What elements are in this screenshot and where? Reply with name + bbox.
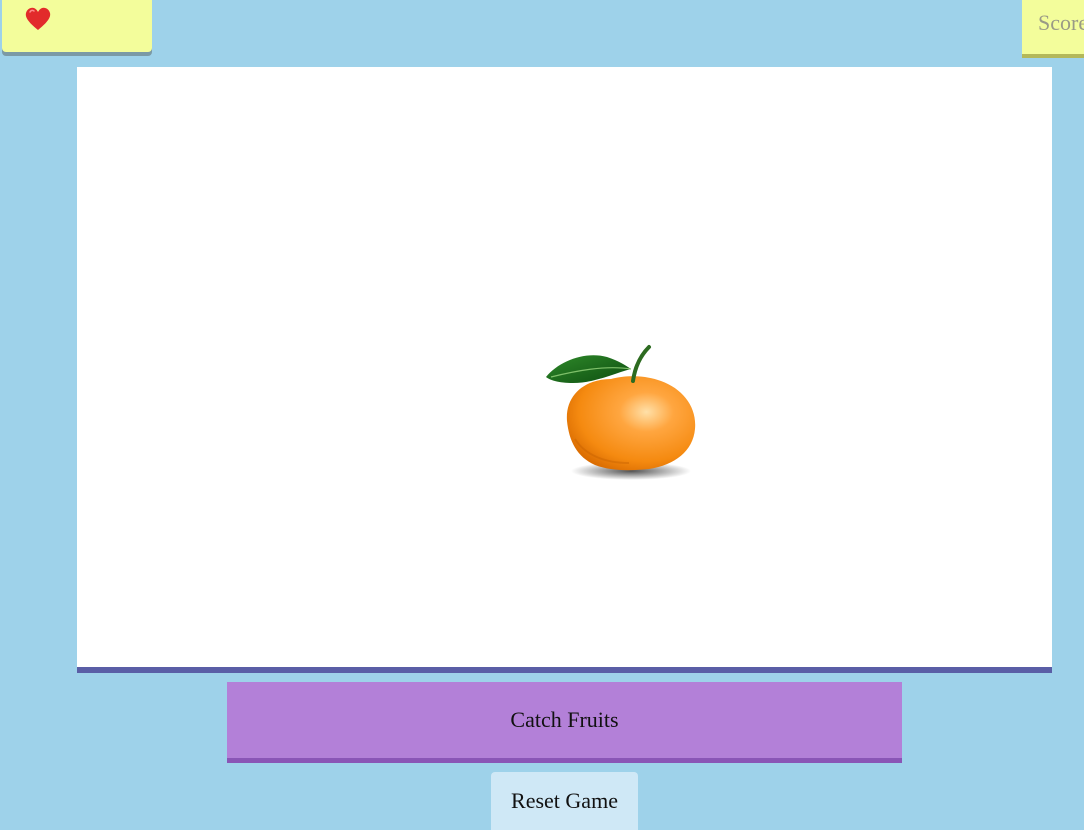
game-title: Catch Fruits [510, 707, 619, 732]
score-label: Score [1038, 10, 1084, 35]
reset-game-button[interactable]: Reset Game [491, 772, 638, 830]
score-panel: Score [1022, 0, 1084, 58]
lives-panel [2, 0, 152, 52]
orange-fruit[interactable] [545, 343, 701, 489]
game-title-bar: Catch Fruits [227, 682, 902, 763]
game-area[interactable] [77, 67, 1052, 673]
heart-icon [25, 7, 51, 30]
